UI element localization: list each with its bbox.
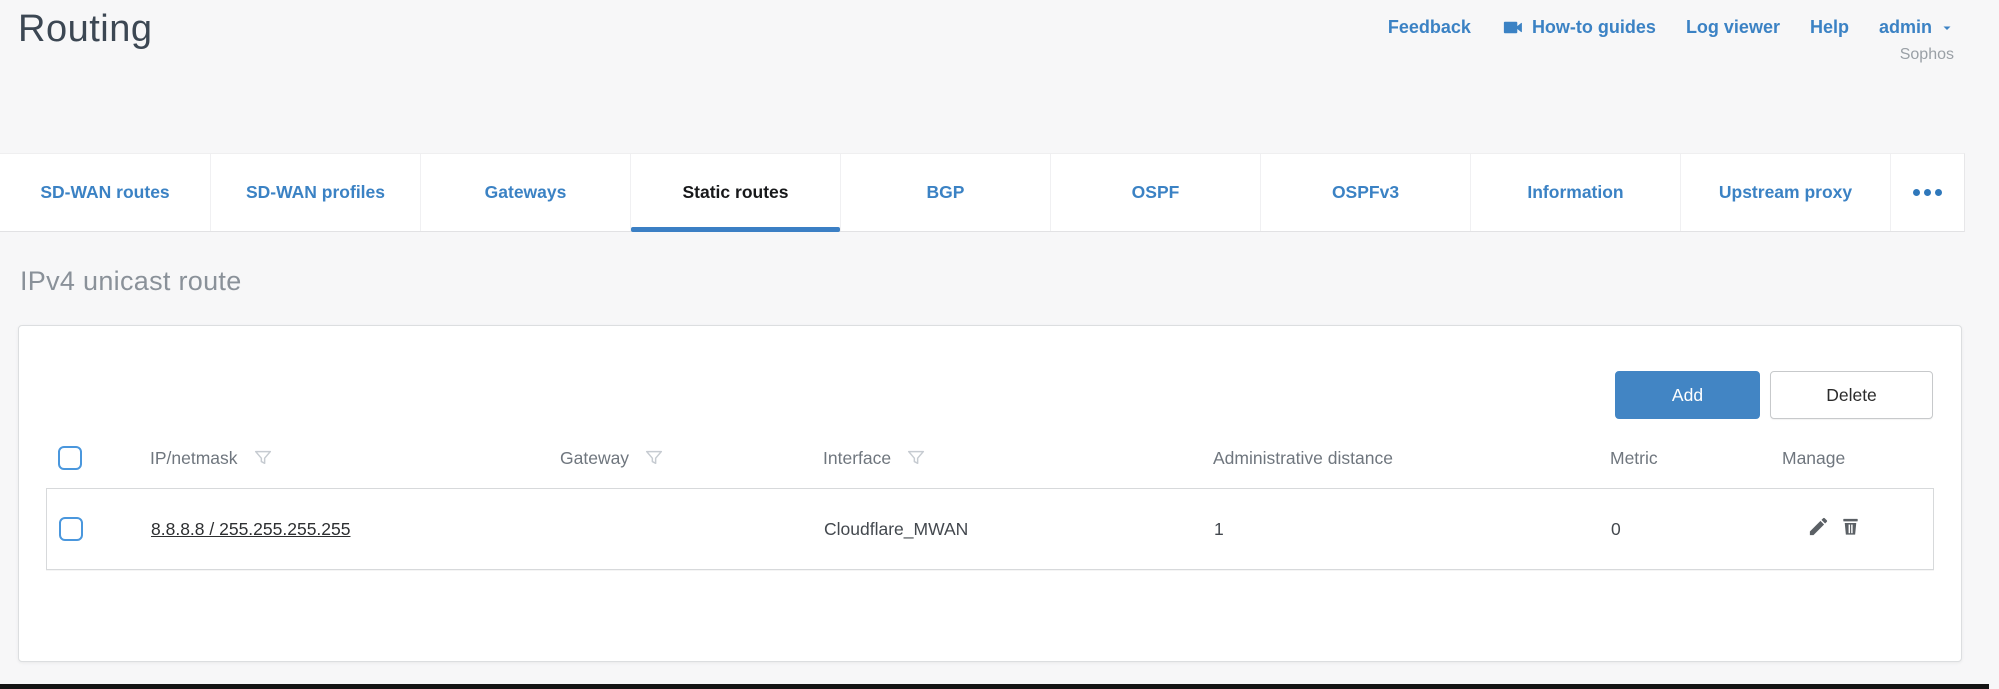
edit-route-button[interactable]: [1807, 515, 1830, 543]
howto-guides-link[interactable]: How-to guides: [1501, 16, 1656, 39]
admin-user-menu[interactable]: admin: [1879, 17, 1954, 38]
tab-upstream-proxy[interactable]: Upstream proxy: [1680, 154, 1890, 231]
column-header-admin-distance: Administrative distance: [1213, 448, 1393, 468]
page-header: Routing Feedback How-to guides Log viewe…: [0, 0, 1999, 153]
help-label: Help: [1810, 17, 1849, 38]
tab-ospf[interactable]: OSPF: [1050, 154, 1260, 231]
more-tabs-button[interactable]: [1890, 154, 1964, 231]
filter-funnel-icon[interactable]: [905, 446, 927, 470]
howto-guides-label: How-to guides: [1532, 17, 1656, 38]
tab-ospfv3[interactable]: OSPFv3: [1260, 154, 1470, 231]
delete-button[interactable]: Delete: [1770, 371, 1933, 419]
tab-information[interactable]: Information: [1470, 154, 1680, 231]
brand-label: Sophos: [1900, 46, 1954, 64]
tab-label: Gateways: [485, 182, 567, 203]
filter-funnel-icon[interactable]: [643, 446, 665, 470]
feedback-link-label: Feedback: [1388, 17, 1471, 38]
select-all-checkbox[interactable]: [58, 446, 82, 470]
pencil-icon: [1807, 515, 1830, 543]
tab-label: Upstream proxy: [1719, 182, 1852, 203]
route-metric-value: 0: [1611, 519, 1621, 539]
tab-sdwan-routes[interactable]: SD-WAN routes: [0, 154, 210, 231]
column-header-interface: Interface: [823, 448, 891, 469]
feedback-link[interactable]: Feedback: [1388, 17, 1471, 38]
ellipsis-icon: [1935, 189, 1942, 196]
table-row: 8.8.8.8 / 255.255.255.255 Cloudflare_MWA…: [46, 488, 1934, 570]
tab-sdwan-profiles[interactable]: SD-WAN profiles: [210, 154, 420, 231]
column-header-manage: Manage: [1782, 448, 1845, 469]
table-toolbar: Add Delete: [1615, 371, 1933, 419]
tab-gateways[interactable]: Gateways: [420, 154, 630, 231]
trash-icon: [1839, 515, 1862, 543]
routes-table: IP/netmask Gateway Interface Administrat…: [46, 434, 1934, 570]
admin-user-label: admin: [1879, 17, 1932, 38]
ellipsis-icon: [1924, 189, 1931, 196]
video-camera-icon: [1501, 16, 1524, 39]
tab-static-routes[interactable]: Static routes: [630, 154, 840, 231]
caret-down-icon: [1940, 21, 1954, 35]
help-link[interactable]: Help: [1810, 17, 1849, 38]
filter-funnel-icon[interactable]: [252, 446, 274, 470]
page-title: Routing: [18, 8, 152, 51]
column-header-ip-netmask: IP/netmask: [150, 448, 238, 469]
tab-label: OSPFv3: [1332, 182, 1399, 203]
tab-label: OSPF: [1132, 182, 1180, 203]
add-button[interactable]: Add: [1615, 371, 1760, 419]
log-viewer-label: Log viewer: [1686, 17, 1780, 38]
column-header-metric: Metric: [1610, 448, 1658, 468]
tab-bgp[interactable]: BGP: [840, 154, 1050, 231]
tab-label: SD-WAN routes: [40, 182, 169, 203]
route-interface-value: Cloudflare_MWAN: [824, 519, 968, 539]
log-viewer-link[interactable]: Log viewer: [1686, 17, 1780, 38]
delete-route-button[interactable]: [1839, 515, 1862, 543]
tab-label: BGP: [927, 182, 965, 203]
ellipsis-icon: [1913, 189, 1920, 196]
column-header-gateway: Gateway: [560, 448, 629, 469]
top-navigation: Feedback How-to guides Log viewer Help a…: [1388, 8, 1954, 64]
tab-label: Information: [1527, 182, 1623, 203]
tab-label: SD-WAN profiles: [246, 182, 385, 203]
route-ip-netmask-link[interactable]: 8.8.8.8 / 255.255.255.255: [151, 519, 350, 539]
row-checkbox[interactable]: [59, 517, 83, 541]
bottom-edge-strip: [0, 684, 1989, 689]
section-title: IPv4 unicast route: [20, 266, 242, 297]
table-header-row: IP/netmask Gateway Interface Administrat…: [46, 434, 1934, 482]
routing-tab-bar: SD-WAN routes SD-WAN profiles Gateways S…: [0, 153, 1965, 232]
static-routes-card: Add Delete IP/netmask Gateway Interfac: [18, 325, 1962, 662]
route-admin-distance-value: 1: [1214, 519, 1224, 539]
tab-label: Static routes: [683, 182, 789, 203]
